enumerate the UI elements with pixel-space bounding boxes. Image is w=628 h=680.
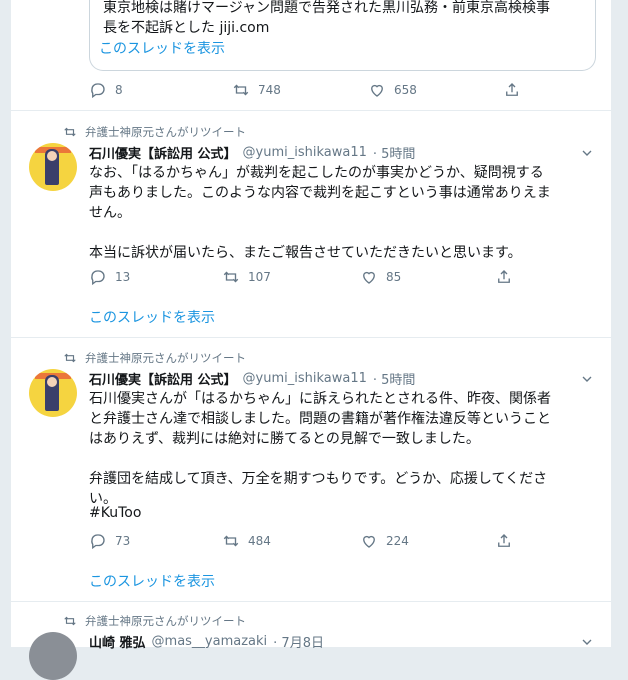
like-count: 224 bbox=[386, 534, 409, 548]
share-icon bbox=[506, 83, 518, 96]
reply-button[interactable]: 8 bbox=[89, 81, 123, 99]
like-button[interactable]: 658 bbox=[368, 81, 417, 99]
retweeted-by-label: 弁護士神原元さんがリツイート bbox=[85, 125, 246, 139]
timeline-column: 東京地検は賭けマージャン問題で告発された黒川弘務・前東京高検検事 長を不起訴とし… bbox=[10, 0, 612, 680]
retweet-icon bbox=[223, 271, 239, 283]
share-icon bbox=[498, 534, 510, 547]
retweet-count: 748 bbox=[258, 83, 281, 97]
retweet-icon bbox=[64, 353, 76, 363]
show-thread-link[interactable]: このスレッドを表示 bbox=[89, 571, 215, 591]
avatar[interactable] bbox=[29, 369, 77, 417]
retweeted-by: 弁護士神原元さんがリツイート bbox=[63, 613, 246, 629]
show-thread-link[interactable]: このスレッドを表示 bbox=[89, 307, 215, 327]
user-handle[interactable]: @yumi_ishikawa11 bbox=[243, 145, 367, 160]
share-icon bbox=[498, 270, 510, 283]
tweet-text: なお、「はるかちゃん」が裁判を起こしたのが事実かどうか、疑問視する 声もありまし… bbox=[89, 165, 551, 261]
card-line-1: 東京地検は賭けマージャン問題で告発された黒川弘務・前東京高検検事 bbox=[103, 0, 551, 16]
like-icon bbox=[371, 84, 383, 97]
tweet-time[interactable]: · 7月8日 bbox=[273, 632, 324, 651]
like-button[interactable]: 85 bbox=[360, 268, 401, 286]
reply-button[interactable]: 73 bbox=[89, 532, 130, 550]
retweeted-by: 弁護士神原元さんがリツイート bbox=[63, 124, 246, 140]
chevron-down-icon[interactable] bbox=[579, 145, 595, 161]
retweet-icon bbox=[223, 535, 239, 547]
hashtag-link[interactable]: #KuToo bbox=[89, 503, 594, 523]
retweet-button[interactable]: 107 bbox=[222, 268, 271, 286]
retweet-icon bbox=[64, 616, 76, 626]
user-handle[interactable]: @yumi_ishikawa11 bbox=[243, 371, 367, 386]
reply-icon bbox=[91, 83, 105, 99]
display-name[interactable]: 山崎 雅弘 bbox=[89, 632, 146, 651]
share-button[interactable] bbox=[495, 268, 521, 286]
avatar[interactable] bbox=[29, 143, 77, 191]
tweet-time[interactable]: · 5時間 bbox=[373, 143, 416, 162]
retweeted-by-label: 弁護士神原元さんがリツイート bbox=[85, 614, 246, 628]
divider bbox=[11, 110, 611, 111]
tweet-header: 石川優実【訴訟用 公式】 @yumi_ishikawa11 · 5時間 bbox=[89, 143, 415, 162]
chevron-down-icon[interactable] bbox=[579, 634, 595, 650]
tweet-time[interactable]: · 5時間 bbox=[373, 369, 416, 388]
reply-count: 13 bbox=[115, 270, 131, 284]
chevron-down-icon[interactable] bbox=[579, 371, 595, 387]
show-thread-link[interactable]: このスレッドを表示 bbox=[99, 39, 594, 59]
share-button[interactable] bbox=[503, 81, 529, 99]
divider bbox=[11, 337, 611, 338]
retweet-count: 107 bbox=[248, 270, 271, 284]
reply-button[interactable]: 13 bbox=[89, 268, 130, 286]
avatar[interactable] bbox=[29, 632, 77, 680]
reply-count: 8 bbox=[115, 83, 123, 97]
retweet-icon bbox=[233, 84, 249, 96]
like-count: 658 bbox=[394, 83, 417, 97]
card-line-2: 長を不起訴とした jiji.com bbox=[103, 20, 270, 36]
retweet-button[interactable]: 748 bbox=[232, 81, 281, 99]
tweet-header: 石川優実【訴訟用 公式】 @yumi_ishikawa11 · 5時間 bbox=[89, 369, 415, 388]
tweet-actions: 73 484 224 bbox=[89, 532, 519, 552]
reply-icon bbox=[91, 534, 105, 550]
reply-icon bbox=[91, 270, 105, 286]
link-card-text: 東京地検は賭けマージャン問題で告発された黒川弘務・前東京高検検事 長を不起訴とし… bbox=[99, 0, 594, 59]
retweet-icon bbox=[64, 127, 76, 137]
retweet-count: 484 bbox=[248, 534, 271, 548]
reply-count: 73 bbox=[115, 534, 131, 548]
retweeted-by: 弁護士神原元さんがリツイート bbox=[63, 350, 246, 366]
share-button[interactable] bbox=[495, 532, 521, 550]
tweet-header: 山崎 雅弘 @mas__yamazaki · 7月8日 bbox=[89, 632, 324, 651]
tweet-actions: 13 107 85 bbox=[89, 268, 519, 288]
like-count: 85 bbox=[386, 270, 402, 284]
retweet-button[interactable]: 484 bbox=[222, 532, 271, 550]
like-button[interactable]: 224 bbox=[360, 532, 409, 550]
tweet-actions: 8 748 658 bbox=[89, 81, 519, 101]
like-icon bbox=[363, 535, 375, 548]
divider bbox=[11, 601, 611, 602]
display-name[interactable]: 石川優実【訴訟用 公式】 bbox=[89, 369, 237, 388]
retweeted-by-label: 弁護士神原元さんがリツイート bbox=[85, 351, 246, 365]
tweet-text: 石川優実さんが「はるかちゃん」に訴えられたとされる件、昨夜、関係者 と弁護士さん… bbox=[89, 391, 551, 507]
like-icon bbox=[363, 271, 375, 284]
display-name[interactable]: 石川優実【訴訟用 公式】 bbox=[89, 143, 237, 162]
